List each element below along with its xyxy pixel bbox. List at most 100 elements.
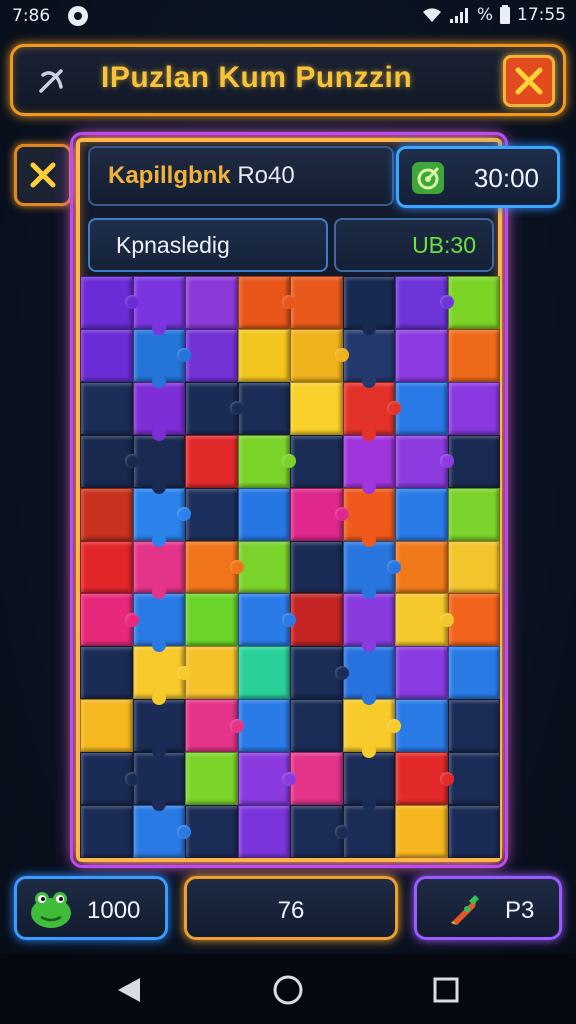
puzzle-piece[interactable] [395, 381, 448, 435]
puzzle-piece[interactable] [132, 381, 185, 441]
puzzle-piece[interactable] [237, 487, 290, 541]
puzzle-piece[interactable] [237, 540, 290, 594]
mode-panel[interactable]: Kpnasledig [88, 218, 328, 272]
puzzle-piece[interactable] [80, 434, 138, 488]
puzzle-piece[interactable] [447, 381, 500, 435]
puzzle-piece[interactable] [447, 593, 500, 647]
puzzle-piece[interactable] [132, 699, 185, 759]
puzzle-piece[interactable] [132, 487, 191, 547]
puzzle-piece[interactable] [395, 752, 453, 806]
puzzle-piece[interactable] [80, 752, 138, 806]
close-button[interactable] [503, 55, 555, 107]
puzzle-piece[interactable] [185, 646, 238, 700]
puzzle-piece[interactable] [342, 328, 395, 388]
puzzle-piece[interactable] [290, 646, 348, 700]
puzzle-piece[interactable] [447, 646, 500, 700]
puzzle-piece[interactable] [237, 328, 290, 382]
puzzle-piece[interactable] [342, 381, 401, 441]
puzzle-piece[interactable] [395, 593, 453, 647]
puzzle-piece[interactable] [395, 487, 448, 541]
back-arrow-icon[interactable] [31, 61, 71, 101]
puzzle-piece[interactable] [185, 699, 243, 753]
puzzle-piece[interactable] [447, 752, 500, 806]
puzzle-piece[interactable] [185, 805, 238, 858]
puzzle-piece[interactable] [237, 593, 296, 647]
puzzle-piece[interactable] [185, 593, 238, 647]
puzzle-piece[interactable] [237, 276, 296, 329]
puzzle-piece[interactable] [447, 328, 500, 382]
puzzle-piece[interactable] [80, 699, 133, 753]
puzzle-piece[interactable] [290, 699, 343, 753]
nav-home-icon[interactable] [272, 974, 304, 1006]
puzzle-piece[interactable] [395, 805, 448, 858]
puzzle-piece[interactable] [132, 276, 185, 335]
puzzle-piece[interactable] [132, 328, 191, 388]
puzzle-piece[interactable] [395, 699, 448, 753]
puzzle-piece[interactable] [185, 276, 238, 329]
coins-button[interactable]: 1000 [14, 876, 168, 940]
puzzle-piece[interactable] [237, 646, 290, 700]
timer-badge: 30:00 [396, 146, 560, 208]
puzzle-piece[interactable] [342, 487, 395, 547]
puzzle-piece[interactable] [290, 276, 343, 329]
puzzle-piece[interactable] [447, 487, 500, 541]
puzzle-piece[interactable] [447, 540, 500, 594]
puzzle-piece[interactable] [342, 593, 395, 653]
puzzle-piece[interactable] [80, 805, 133, 858]
puzzle-piece[interactable] [185, 328, 238, 382]
puzzle-piece[interactable] [342, 805, 395, 858]
puzzle-piece[interactable] [80, 381, 133, 435]
puzzle-piece[interactable] [342, 699, 401, 759]
puzzle-piece[interactable] [342, 434, 395, 494]
hint-button[interactable]: P3 [414, 876, 562, 940]
puzzle-piece[interactable] [395, 434, 453, 488]
puzzle-piece[interactable] [80, 593, 138, 647]
puzzle-piece[interactable] [290, 805, 348, 858]
puzzle-piece[interactable] [290, 540, 343, 594]
puzzle-piece[interactable] [395, 276, 453, 329]
puzzle-piece[interactable] [237, 381, 290, 435]
puzzle-piece[interactable] [185, 752, 238, 806]
nav-back-icon[interactable] [116, 976, 142, 1004]
puzzle-piece[interactable] [132, 540, 185, 600]
nav-recents-icon[interactable] [432, 976, 460, 1004]
puzzle-piece[interactable] [342, 752, 395, 811]
puzzle-piece[interactable] [132, 593, 185, 653]
puzzle-piece[interactable] [80, 646, 133, 700]
puzzle-piece[interactable] [185, 487, 238, 541]
puzzle-piece[interactable] [80, 487, 133, 541]
puzzle-piece[interactable] [132, 646, 191, 706]
side-close-button[interactable] [14, 144, 72, 206]
puzzle-piece[interactable] [342, 646, 395, 706]
puzzle-piece[interactable] [290, 434, 343, 488]
puzzle-piece[interactable] [447, 699, 500, 753]
puzzle-piece[interactable] [132, 805, 191, 858]
puzzle-piece[interactable] [395, 540, 448, 594]
puzzle-piece[interactable] [447, 276, 500, 329]
puzzle-piece[interactable] [290, 381, 343, 435]
puzzle-piece[interactable] [237, 699, 290, 753]
puzzle-piece[interactable] [80, 276, 138, 329]
puzzle-piece[interactable] [290, 487, 348, 541]
puzzle-piece[interactable] [237, 434, 296, 488]
puzzle-piece[interactable] [185, 381, 243, 435]
puzzle-piece[interactable] [395, 328, 448, 382]
puzzle-piece[interactable] [447, 805, 500, 858]
puzzle-piece[interactable] [185, 434, 238, 488]
puzzle-piece[interactable] [342, 276, 395, 335]
puzzle-piece[interactable] [237, 805, 290, 858]
puzzle-piece[interactable] [237, 752, 296, 806]
puzzle-piece[interactable] [185, 540, 243, 594]
puzzle-piece[interactable] [395, 646, 448, 700]
puzzle-piece[interactable] [132, 752, 185, 811]
puzzle-piece[interactable] [290, 593, 343, 647]
puzzle-piece[interactable] [80, 540, 133, 594]
puzzle-piece[interactable] [342, 540, 401, 600]
puzzle-piece[interactable] [290, 752, 343, 806]
puzzle-piece[interactable] [447, 434, 500, 488]
puzzle-piece[interactable] [290, 328, 348, 382]
moves-counter[interactable]: 76 [184, 876, 398, 940]
puzzle-piece[interactable] [132, 434, 185, 494]
puzzle-grid[interactable] [80, 276, 500, 858]
puzzle-piece[interactable] [80, 328, 133, 382]
